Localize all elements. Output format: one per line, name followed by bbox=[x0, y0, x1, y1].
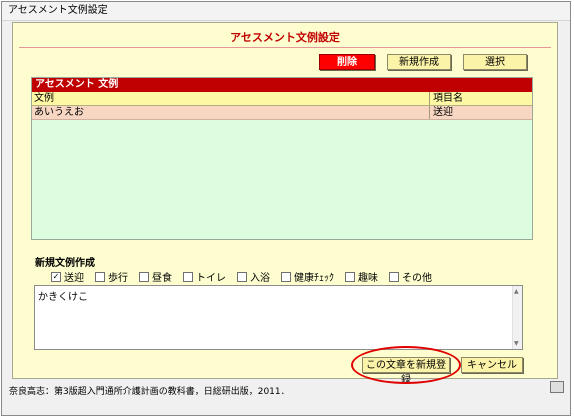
checkbox-box[interactable] bbox=[345, 271, 355, 282]
checkbox-toilet[interactable]: トイレ bbox=[183, 270, 226, 284]
example-text-input[interactable]: かきくけこ ▲ ▼ bbox=[34, 285, 523, 350]
checkbox-shumi[interactable]: 趣味 bbox=[345, 270, 378, 284]
select-button[interactable]: 選択 bbox=[463, 54, 527, 70]
grid-header: 文例 項目名 bbox=[32, 92, 532, 106]
checkbox-box[interactable] bbox=[237, 271, 247, 282]
new-button[interactable]: 新規作成 bbox=[387, 54, 451, 70]
printer-icon[interactable] bbox=[550, 381, 564, 393]
checkbox-hokou[interactable]: 歩行 bbox=[95, 270, 128, 284]
delete-button[interactable]: 削除 bbox=[319, 54, 375, 70]
header-text: 文例 bbox=[34, 93, 54, 104]
cancel-button[interactable]: キャンセル bbox=[461, 357, 523, 373]
title-divider bbox=[19, 47, 551, 48]
form-title: アセスメント文例設定 bbox=[230, 31, 340, 44]
category-checkboxes: ✓ 送迎 歩行 昼食 トイレ 入浴 健康ﾁｪｯｸ 趣味 その他 bbox=[51, 270, 443, 284]
checkbox-box[interactable] bbox=[95, 271, 105, 282]
checkbox-box[interactable] bbox=[183, 271, 193, 282]
checkbox-sougei[interactable]: ✓ 送迎 bbox=[51, 270, 84, 284]
checkbox-box[interactable] bbox=[139, 271, 149, 282]
checkbox-box[interactable]: ✓ bbox=[51, 271, 61, 282]
vertical-scrollbar[interactable]: ▲ ▼ bbox=[512, 286, 522, 349]
text-value: かきくけこ bbox=[38, 292, 88, 303]
checkbox-nyuuyoku[interactable]: 入浴 bbox=[237, 270, 270, 284]
scroll-up-icon[interactable]: ▲ bbox=[514, 288, 519, 295]
row-item: 送迎 bbox=[429, 106, 453, 119]
checkbox-chuushoku[interactable]: 昼食 bbox=[139, 270, 172, 284]
form-panel: アセスメント文例設定 削除 新規作成 選択 アセスメント 文例 文例 項目名 あ… bbox=[12, 22, 558, 386]
grid-title: アセスメント 文例 bbox=[32, 78, 532, 92]
table-row[interactable]: あいうえお 送迎 bbox=[32, 106, 532, 120]
checkbox-box[interactable] bbox=[389, 271, 399, 282]
highlight-circle bbox=[351, 346, 461, 384]
dialog-window: アセスメント文例設定 アセスメント文例設定 削除 新規作成 選択 アセスメント … bbox=[1, 1, 571, 416]
new-section-label: 新規文例作成 bbox=[35, 258, 95, 269]
citation-caption: 奈良高志：第3版超入門通所介護計画の教科書，日総研出版，2011． bbox=[9, 387, 290, 397]
checkbox-box[interactable] bbox=[281, 271, 291, 282]
scroll-down-icon[interactable]: ▼ bbox=[514, 340, 519, 347]
row-text: あいうえお bbox=[34, 107, 84, 118]
checkbox-sonota[interactable]: その他 bbox=[389, 270, 432, 284]
window-title: アセスメント文例設定 bbox=[2, 2, 570, 21]
header-item: 項目名 bbox=[429, 92, 463, 105]
example-grid: アセスメント 文例 文例 項目名 あいうえお 送迎 bbox=[31, 77, 533, 240]
checkbox-kenkou[interactable]: 健康ﾁｪｯｸ bbox=[281, 270, 334, 284]
